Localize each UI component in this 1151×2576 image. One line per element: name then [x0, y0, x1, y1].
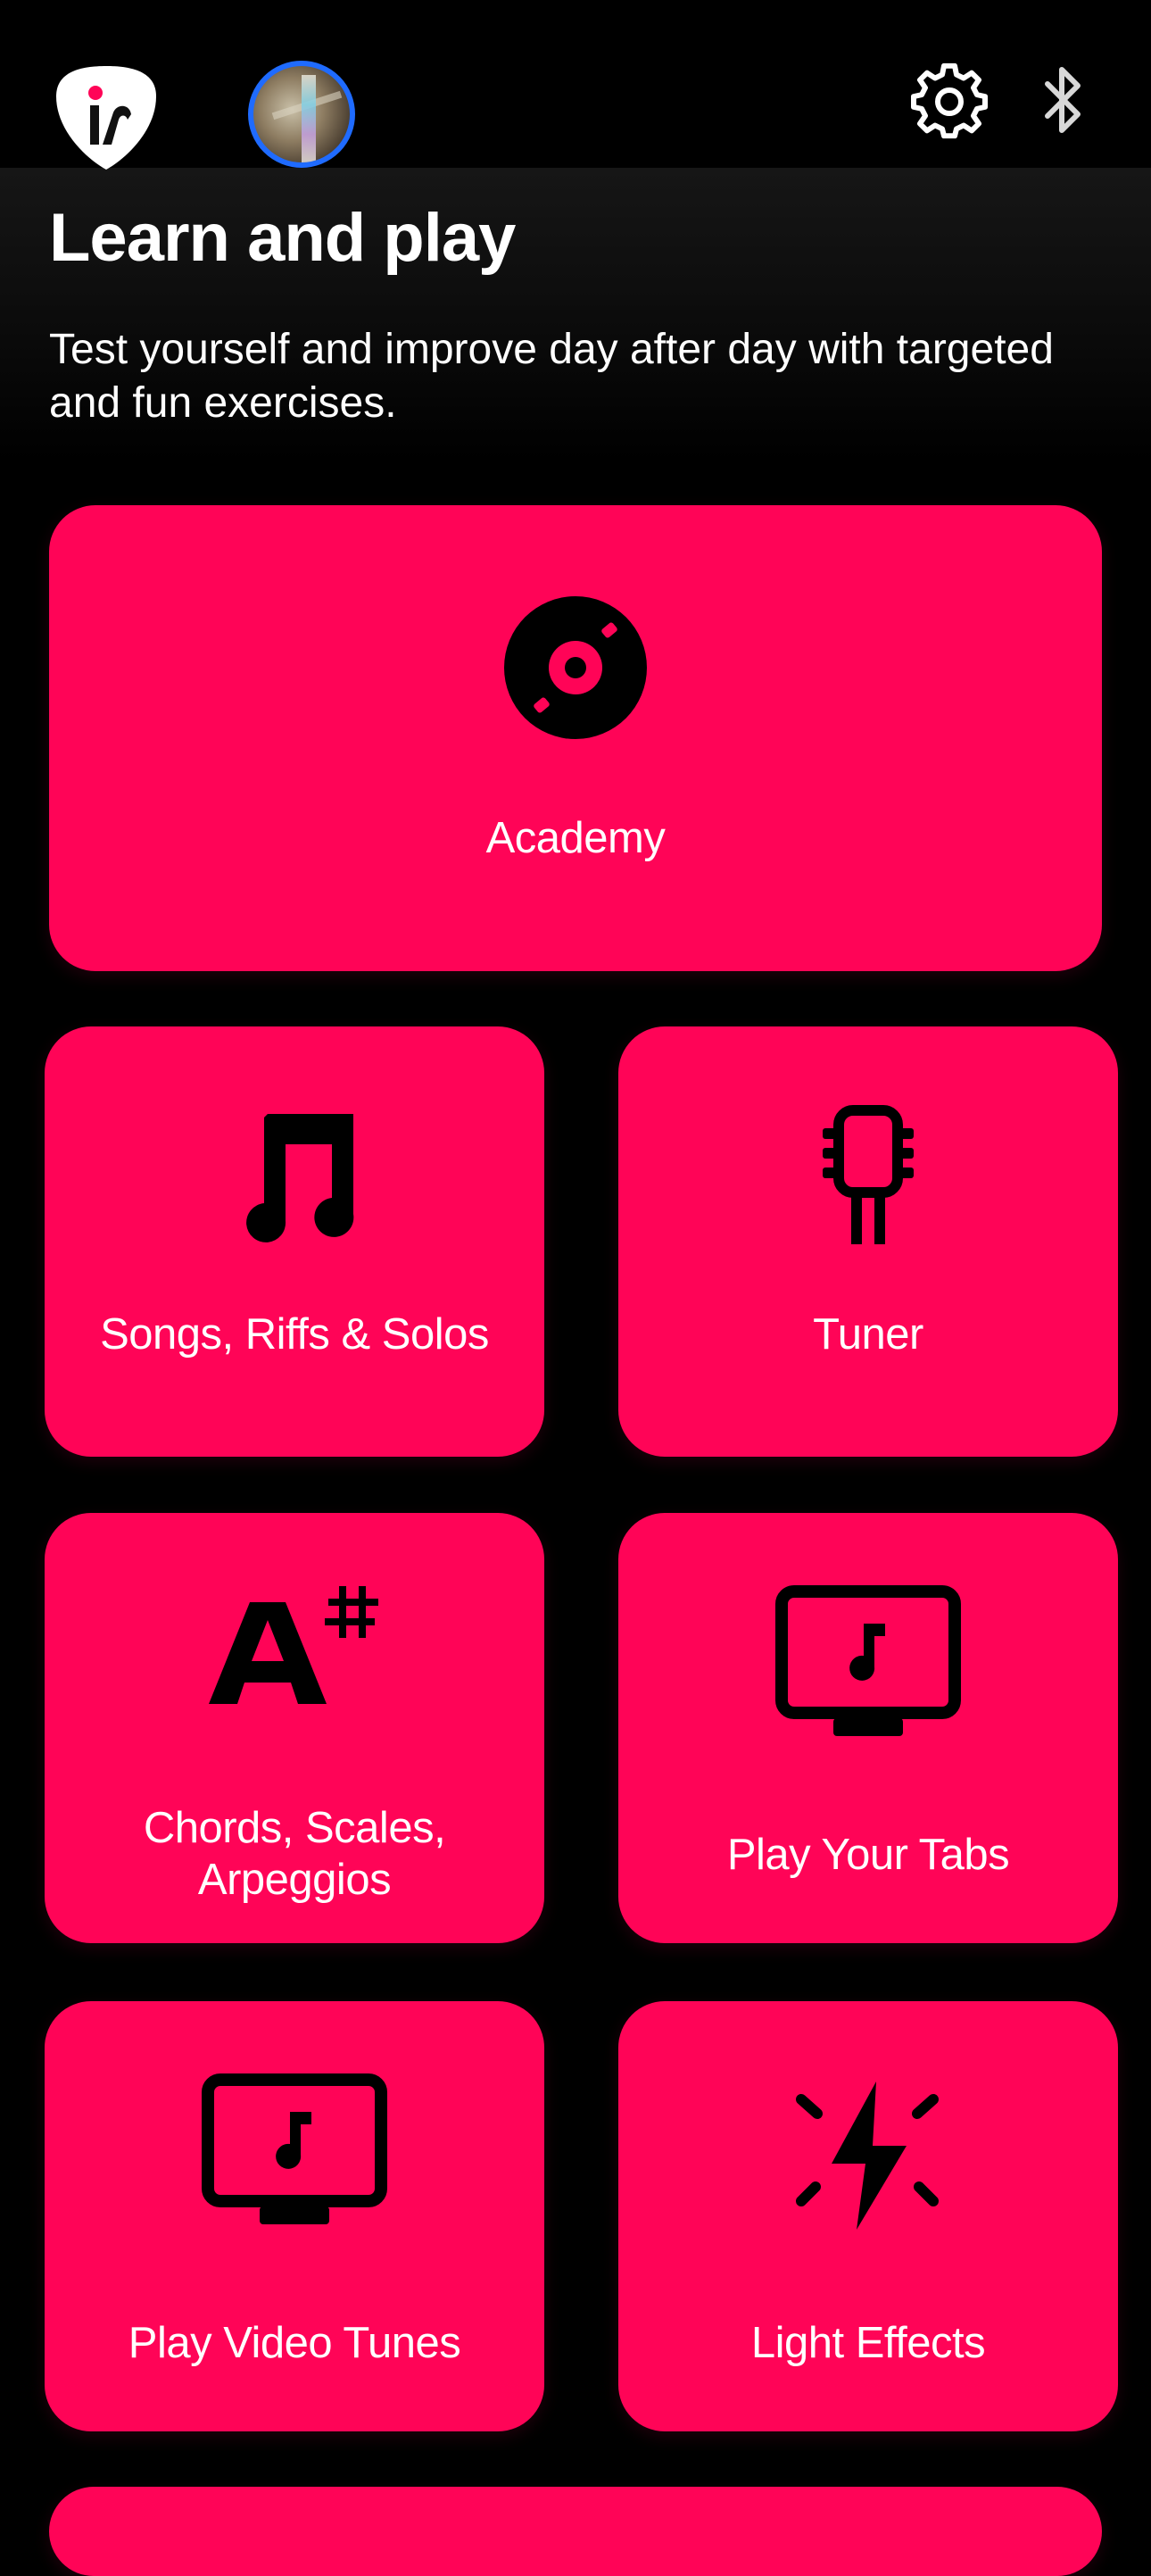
songs-riffs-solos-label: Songs, Riffs & Solos [100, 1310, 489, 1359]
gear-icon[interactable] [910, 62, 989, 141]
music-note-icon [246, 1114, 354, 1242]
light-effects-label: Light Effects [750, 2319, 986, 2367]
play-your-tabs-card[interactable]: Play Your Tabs [618, 1513, 1118, 1943]
page-subtitle: Test yourself and improve day after day … [49, 326, 1054, 427]
next-card-partial[interactable] [49, 2487, 1102, 2576]
chords-scales-arpeggios-label: Chords, Scales, Arpeggios [143, 1804, 446, 1904]
play-video-tunes-label: Play Video Tunes [128, 2319, 461, 2367]
monitor-music-icon [202, 2073, 387, 2224]
vinyl-record-icon [504, 596, 647, 739]
songs-riffs-solos-card[interactable]: Songs, Riffs & Solos [45, 1026, 544, 1457]
play-your-tabs-label: Play Your Tabs [726, 1831, 1010, 1879]
academy-card[interactable]: Academy [49, 505, 1102, 971]
play-video-tunes-card[interactable]: Play Video Tunes [45, 2001, 544, 2431]
academy-label: Academy [485, 814, 666, 862]
guitar-headstock-icon [823, 1105, 914, 1244]
avatar[interactable] [248, 61, 355, 168]
light-effects-card[interactable]: Light Effects [618, 2001, 1118, 2431]
monitor-music-icon [775, 1585, 961, 1736]
tuner-card[interactable]: Tuner [618, 1026, 1118, 1457]
lightning-bolt-icon [796, 2082, 939, 2230]
page-title: Learn and play [49, 200, 516, 276]
tuner-label: Tuner [813, 1310, 923, 1359]
bluetooth-icon[interactable] [1037, 62, 1090, 141]
tablature-pick-logo-icon[interactable] [49, 61, 163, 175]
a-sharp-icon [209, 1586, 378, 1704]
chords-scales-arpeggios-card[interactable]: Chords, Scales, Arpeggios [45, 1513, 544, 1943]
